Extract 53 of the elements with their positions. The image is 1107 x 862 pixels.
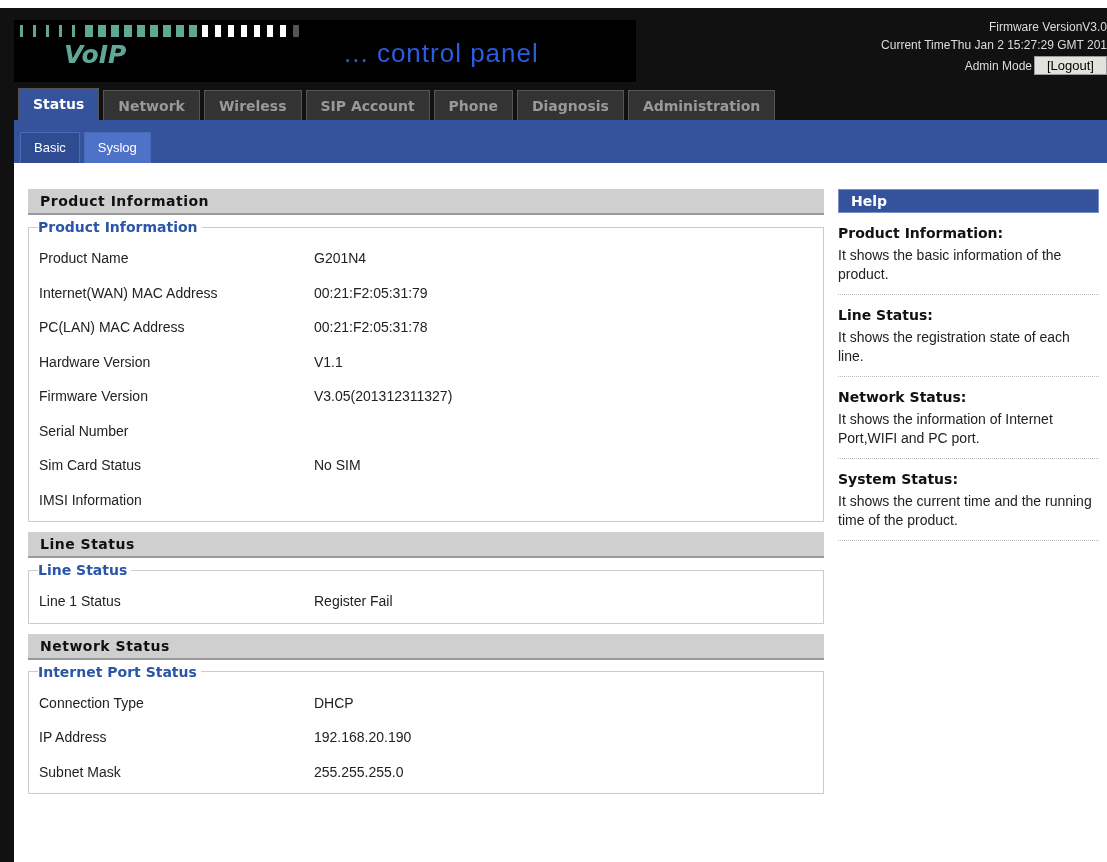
field-label: IP Address: [39, 729, 108, 746]
help-header: Help: [838, 189, 1099, 213]
section-header: Network Status: [28, 633, 824, 660]
field-label: Product Name: [39, 250, 130, 267]
logout-button[interactable]: [Logout]: [1034, 56, 1107, 75]
nav-tab[interactable]: Network: [103, 90, 200, 120]
help-heading: Network Status:: [838, 389, 968, 405]
field-value: No SIM: [314, 457, 361, 474]
nav-tab[interactable]: Status: [18, 88, 100, 120]
field-label: Sim Card Status: [39, 457, 142, 474]
sub-tab[interactable]: Basic: [20, 132, 80, 163]
nav-tab[interactable]: SIP Account: [305, 90, 430, 120]
help-heading: Product Information:: [838, 225, 1005, 241]
help-heading: Line Status:: [838, 307, 934, 323]
help-text: It shows the current time and the running time of the product.: [838, 492, 1093, 530]
field-label: Hardware Version: [39, 353, 152, 370]
signal-bars-icon: [20, 24, 300, 38]
field-label: PC(LAN) MAC Address: [39, 319, 186, 336]
nav-tab[interactable]: Administration: [627, 90, 776, 120]
group-legend: Product Information: [38, 219, 202, 235]
field-label: Connection Type: [39, 694, 145, 711]
field-label: IMSI Information: [39, 491, 143, 508]
admin-mode: Admin Mode: [964, 58, 1032, 73]
help-text: It shows the registration state of each line.: [838, 328, 1071, 366]
nav-tab[interactable]: Phone: [433, 90, 513, 120]
group-legend: Internet Port Status: [38, 663, 201, 680]
field-value: 255.255.255.0: [314, 763, 404, 780]
field-value: G201N4: [314, 250, 367, 267]
firmware-version: Firmware VersionV3.0: [988, 20, 1107, 34]
section-header: Product Information: [28, 189, 824, 215]
group-legend: Line Status: [38, 562, 132, 578]
field-label: Internet(WAN) MAC Address: [39, 284, 219, 301]
logo-text: VoIP: [64, 40, 128, 69]
field-value: V3.05(201312311327): [314, 388, 453, 405]
field-value: DHCP: [314, 694, 354, 711]
field-label: Serial Number: [39, 422, 130, 439]
field-value: V1.1: [314, 353, 343, 370]
tagline: ... control panel: [344, 38, 539, 69]
section-header: Line Status: [28, 532, 824, 558]
nav-tab[interactable]: Diagnosis: [516, 90, 624, 120]
field-label: Line 1 Status: [39, 593, 122, 610]
current-time: Current TimeThu Jan 2 15:27:29 GMT 201: [881, 38, 1107, 52]
field-value: Register Fail: [314, 593, 393, 610]
field-value: 192.168.20.190: [314, 729, 412, 746]
field-value: 00:21:F2:05:31:79: [314, 284, 428, 301]
nav-tab[interactable]: Wireless: [203, 90, 302, 120]
help-text: It shows the basic information of the product.: [838, 246, 1063, 284]
sub-tab[interactable]: Syslog: [83, 132, 151, 163]
field-label: Subnet Mask: [39, 763, 122, 780]
help-text: It shows the information of Internet Port,WIFI and PC port.: [838, 410, 1054, 448]
help-heading: System Status:: [838, 471, 959, 487]
field-label: Firmware Version: [39, 388, 149, 405]
field-value: 00:21:F2:05:31:78: [314, 319, 428, 336]
